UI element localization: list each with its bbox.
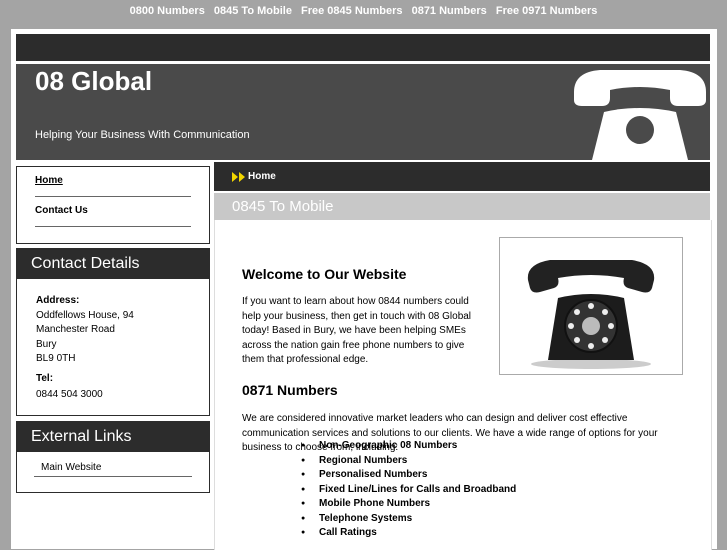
- list-item: Fixed Line/Lines for Calls and Broadband: [301, 483, 516, 498]
- address-line: BL9 0TH: [36, 353, 76, 364]
- telephone-photo: [499, 237, 683, 375]
- address-line: Bury: [36, 338, 57, 350]
- list-item: Telephone Systems: [301, 512, 516, 527]
- breadcrumb: Home: [214, 162, 710, 191]
- list-item: Personalised Numbers: [301, 468, 516, 483]
- site-tagline: Helping Your Business With Communication: [35, 129, 250, 141]
- rotary-phone-icon: [527, 260, 655, 369]
- main-menu: Home Contact Us: [16, 166, 210, 244]
- external-link-main-website[interactable]: Main Website: [34, 462, 192, 477]
- list-item: Regional Numbers: [301, 454, 516, 469]
- top-bar: [16, 34, 710, 61]
- double-arrow-icon: [232, 172, 245, 182]
- menu-item-home[interactable]: Home: [35, 167, 191, 197]
- site-title: 08 Global: [35, 66, 153, 96]
- section-heading-0871: 0871 Numbers: [242, 382, 338, 398]
- topnav-link-free-0845[interactable]: Free 0845 Numbers: [301, 5, 403, 17]
- welcome-paragraph: If you want to learn about how 0844 numb…: [242, 296, 472, 365]
- topnav-link-0871[interactable]: 0871 Numbers: [412, 5, 487, 17]
- services-list: Non-Geographic 08 Numbers Regional Numbe…: [301, 439, 516, 541]
- address-label: Address:: [36, 295, 80, 306]
- address-line: Manchester Road: [36, 324, 115, 335]
- menu-item-contact-us[interactable]: Contact Us: [35, 197, 191, 227]
- topnav-link-0800[interactable]: 0800 Numbers: [130, 5, 205, 17]
- topnav-link-0845-mobile[interactable]: 0845 To Mobile: [214, 5, 292, 17]
- topnav-link-free-0971[interactable]: Free 0971 Numbers: [496, 5, 598, 17]
- main-content: Welcome to Our Website If you want to le…: [214, 220, 712, 550]
- list-item: Non-Geographic 08 Numbers: [301, 439, 516, 454]
- welcome-heading: Welcome to Our Website: [242, 266, 407, 282]
- list-item: Call Ratings: [301, 526, 516, 541]
- telephone-icon: [574, 70, 706, 160]
- address-line: Oddfellows House, 94: [36, 309, 134, 321]
- site-header: 08 Global Helping Your Business With Com…: [16, 64, 710, 160]
- external-links-heading: External Links: [17, 422, 209, 452]
- top-navigation: 0800 Numbers 0845 To Mobile Free 0845 Nu…: [0, 0, 727, 24]
- list-item: Mobile Phone Numbers: [301, 497, 516, 512]
- tel-value: 0844 504 3000: [36, 389, 103, 400]
- external-links-box: External Links Main Website: [16, 421, 210, 493]
- breadcrumb-home[interactable]: Home: [248, 171, 276, 182]
- page-wrapper: 08 Global Helping Your Business With Com…: [11, 29, 717, 550]
- contact-details-box: Contact Details Address: Oddfellows Hous…: [16, 248, 210, 416]
- contact-details-heading: Contact Details: [17, 249, 209, 279]
- tel-label: Tel:: [36, 372, 54, 384]
- page-subheading: 0845 To Mobile: [214, 193, 710, 220]
